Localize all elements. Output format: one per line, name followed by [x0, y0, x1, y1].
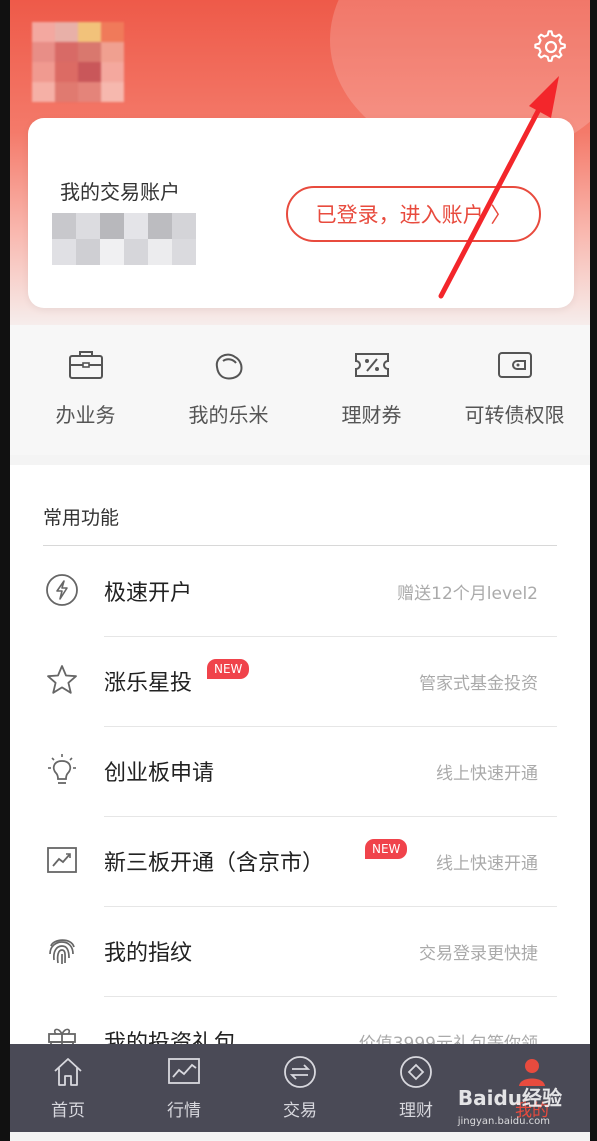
diamond-icon: [400, 1056, 432, 1088]
quick-actions: 办业务 我的乐米 理财券 可转债权限: [10, 325, 590, 455]
enter-account-button[interactable]: 已登录，进入账户 〉: [286, 186, 541, 242]
section-title: 常用功能: [43, 507, 120, 529]
bean-icon: [215, 353, 242, 380]
quick-action-convertible-bond[interactable]: 可转债权限: [450, 325, 580, 455]
lightbulb-icon: [48, 754, 76, 784]
tab-label: 首页: [51, 1101, 85, 1121]
feature-name: 我的指纹: [104, 941, 193, 966]
masked-account-number: [52, 213, 198, 265]
gear-icon[interactable]: [534, 30, 568, 64]
quick-action-coupon[interactable]: 理财券: [307, 325, 437, 455]
coupon-icon: [354, 353, 389, 377]
tab-trade[interactable]: 交易: [250, 1044, 350, 1132]
feature-desc: 线上快速开通: [436, 764, 538, 784]
feature-desc: 赠送12个月level2: [397, 584, 538, 604]
new-badge: NEW: [207, 659, 250, 679]
watermark-logo: Baidu经验: [457, 1086, 562, 1110]
feature-name: 涨乐星投: [104, 671, 193, 696]
exchange-icon: [284, 1056, 316, 1088]
chart-icon: [47, 847, 77, 873]
tab-finance[interactable]: 理财: [366, 1044, 466, 1132]
star-icon: [47, 665, 77, 694]
tab-label: 行情: [167, 1101, 201, 1121]
feature-star-invest[interactable]: 涨乐星投 NEW 管家式基金投资: [10, 637, 590, 727]
quick-action-label: 理财券: [341, 403, 402, 427]
watermark-url: jingyan.baidu.com: [457, 1116, 550, 1127]
briefcase-icon: [68, 351, 103, 379]
account-title: 我的交易账户: [60, 180, 180, 204]
wallet-icon: [497, 352, 532, 378]
tab-market[interactable]: 行情: [134, 1044, 234, 1132]
tab-home[interactable]: 首页: [18, 1044, 118, 1132]
feature-name: 创业板申请: [104, 761, 215, 786]
quick-action-label: 可转债权限: [464, 403, 565, 427]
fingerprint-icon: [49, 939, 75, 964]
quick-action-lemi[interactable]: 我的乐米: [164, 325, 294, 455]
feature-desc: 线上快速开通: [436, 854, 538, 874]
account-card: 我的交易账户 已登录，进入账户 〉: [28, 118, 574, 308]
tab-label: 交易: [283, 1101, 317, 1121]
quick-action-label: 我的乐米: [188, 403, 269, 427]
quick-action-label: 办业务: [55, 403, 116, 427]
avatar[interactable]: [32, 22, 124, 102]
app-screen: 我的交易账户 已登录，进入账户 〉 办业务 我的乐米 理财券 可转债权限 常用功…: [10, 0, 590, 1141]
tab-label: 理财: [399, 1101, 433, 1121]
divider: [43, 545, 557, 546]
feature-fast-account[interactable]: 极速开户 赠送12个月level2: [10, 547, 590, 637]
feature-neeq[interactable]: 新三板开通（含京市） NEW 线上快速开通: [10, 817, 590, 907]
feature-fingerprint[interactable]: 我的指纹 交易登录更快捷: [10, 907, 590, 997]
feature-desc: 管家式基金投资: [419, 674, 538, 694]
feature-name: 新三板开通（含京市）: [104, 851, 325, 876]
quick-action-business[interactable]: 办业务: [21, 325, 151, 455]
common-functions-panel: 常用功能 极速开户 赠送12个月level2 涨乐星投 NEW 管家式基金投资: [10, 465, 590, 1065]
feature-name: 极速开户: [104, 581, 193, 606]
market-chart-icon: [168, 1058, 200, 1084]
home-icon: [54, 1058, 82, 1086]
lightning-icon: [46, 574, 78, 606]
feature-desc: 交易登录更快捷: [419, 944, 538, 964]
new-badge: NEW: [365, 839, 408, 859]
feature-gem-board[interactable]: 创业板申请 线上快速开通: [10, 727, 590, 817]
